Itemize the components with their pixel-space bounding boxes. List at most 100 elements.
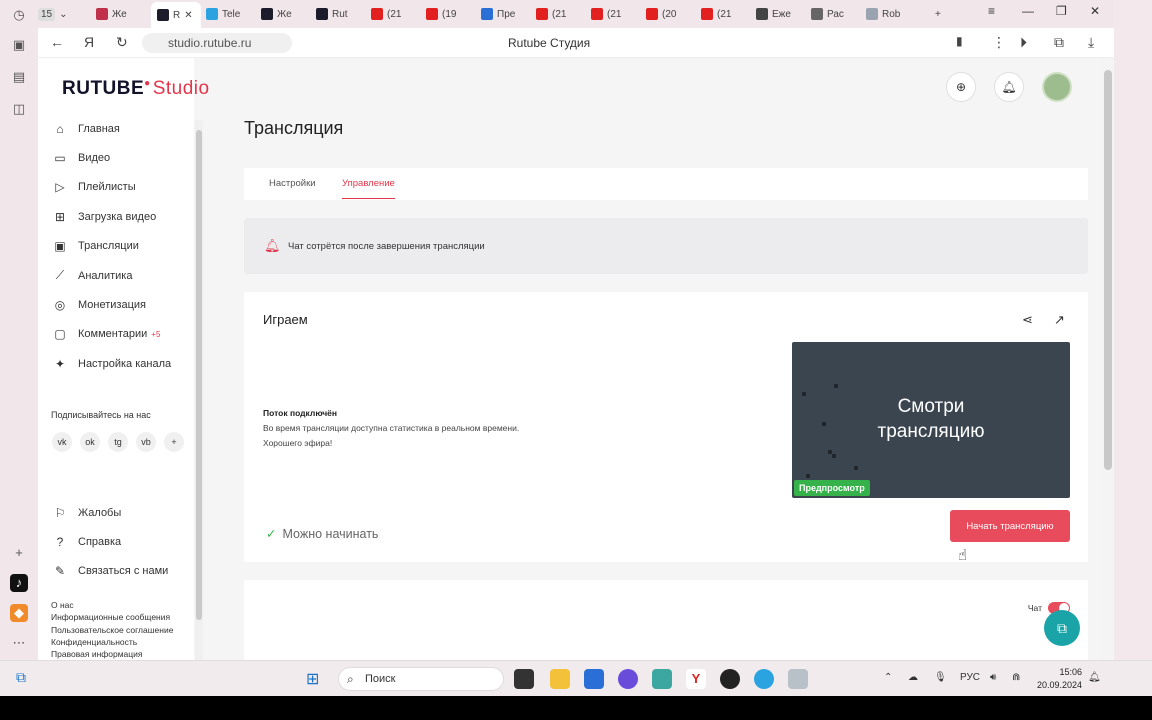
system-sidebar: ◷ ▣ ▤ ◫ + ♪ ◆ ⋯ [0,0,38,660]
app-icon[interactable]: ◆ [10,604,28,622]
browser-tab[interactable]: Еже [756,4,800,24]
task-view-icon[interactable]: ⧉ [16,669,36,689]
support-chat-button[interactable]: ⧉ [1044,610,1080,646]
extensions-icon[interactable]: ⧉ [1054,34,1064,51]
external-link-icon[interactable]: ↗ [1054,312,1065,328]
browser-tab[interactable]: Рас [811,4,855,24]
app-icon[interactable] [652,669,672,689]
footer-link[interactable]: Информационные сообщения [51,611,173,623]
chevron-down-icon[interactable]: ⌄ [59,9,67,20]
favicon-icon [811,8,823,20]
browser-tab[interactable]: (21 [701,4,745,24]
sidebar-item-upload[interactable]: ⊞ Загрузка видео [52,202,192,231]
chevron-up-icon[interactable]: ⌃ [884,672,892,683]
sidebar-item-help[interactable]: ? Справка [52,527,192,556]
browser-tab[interactable]: R ✕ [151,2,201,28]
discord-icon[interactable] [618,669,638,689]
browser-tab[interactable]: Rut [316,4,360,24]
screenshot-icon[interactable]: ◫ [10,100,28,118]
start-broadcast-button[interactable]: Начать трансляцию [950,510,1070,542]
tiktok-icon[interactable]: ♪ [10,574,28,592]
explorer-icon[interactable] [550,669,570,689]
media-icon[interactable]: ⏵ [1020,34,1027,51]
footer-link[interactable]: Конфиденциальность [51,636,173,648]
url-field[interactable]: studio.rutube.ru [142,33,292,53]
browser-tab[interactable]: (19 [426,4,470,24]
browser-tab[interactable]: Rob [866,4,910,24]
reload-icon[interactable]: ↻ [116,34,128,51]
social-tg-icon[interactable]: tg [108,432,128,452]
follow-title: Подписывайтесь на нас [51,410,151,420]
tab-counter[interactable]: 15 ⌄ [38,4,68,24]
app-icon-files[interactable] [514,669,534,689]
store-icon[interactable] [584,669,604,689]
new-tab-icon[interactable]: + [935,4,941,24]
app-icon-misc[interactable] [788,669,808,689]
yandex-browser-icon[interactable]: Y [686,669,706,689]
main-content: ⊕ 🔔︎ Трансляция Настройки Управление 🔔︎ … [204,58,1102,660]
browser-tab[interactable]: Же [96,4,140,24]
sidebar-item-analytics[interactable]: ⟋ Аналитика [52,261,192,290]
more-options-icon[interactable]: ⋮ [992,34,1006,51]
browser-tab[interactable]: (21 [371,4,415,24]
chat-notice: 🔔︎ Чат сотрётся после завершения трансля… [244,218,1088,274]
social-vb-icon[interactable]: vb [136,432,156,452]
sidebar-item-video[interactable]: ▭ Видео [52,143,192,172]
social-ok-icon[interactable]: ok [80,432,100,452]
speaker-icon[interactable]: 🔊︎ [990,672,996,683]
browser-tab[interactable]: (21 [591,4,635,24]
sidebar-item-magic-wand[interactable]: ✦ Настройка канала [52,349,192,378]
sidebar-scrollbar[interactable] [195,120,203,660]
sidebar-item-edit[interactable]: ✎ Связаться с нами [52,557,192,586]
sidebar-item-monetization[interactable]: ◎ Монетизация [52,290,192,319]
tab-settings[interactable]: Настройки [269,178,316,189]
share-icon[interactable]: ⋖ [1022,312,1033,328]
menu-icon[interactable]: ≡ [988,4,995,18]
back-icon[interactable]: ← [50,34,64,50]
language-indicator[interactable]: РУС [960,672,980,683]
sidebar-item-comments[interactable]: ▢ Комментарии +5 [52,320,192,349]
taskbar-search[interactable]: ⌕ Поиск [338,667,504,691]
obs-icon[interactable] [720,669,740,689]
avatar[interactable] [1042,72,1072,102]
sidebar-item-flag[interactable]: ⚐ Жалобы [52,498,192,527]
footer-link[interactable]: О нас [51,599,173,611]
notification-bell-icon[interactable]: 🔔︎ [1088,672,1101,683]
cloud-icon[interactable]: ☁ [908,672,918,683]
sidebar-item-broadcast[interactable]: ▣ Трансляции [52,232,192,261]
page-scrollbar[interactable] [1102,58,1114,660]
browser-tab[interactable]: Пре [481,4,525,24]
social-more-icon[interactable]: + [164,432,184,452]
add-content-icon[interactable]: ⊕ [946,72,976,102]
sidebar-item-playlist[interactable]: ▷ Плейлисты [52,173,192,202]
social-vk-icon[interactable]: vk [52,432,72,452]
browser-tab[interactable]: (20 [646,4,690,24]
mic-icon[interactable]: 🎙︎ [934,672,947,683]
collections-icon[interactable]: ▤ [10,68,28,86]
download-icon[interactable]: ⤓ [1088,34,1094,51]
more-icon[interactable]: ⋯ [10,634,28,652]
bookmark-icon[interactable]: ▮ [956,34,963,48]
restore-icon[interactable]: ❐ [1056,4,1067,18]
yandex-icon[interactable]: Я [84,34,94,50]
telegram-icon[interactable] [754,669,774,689]
close-window-icon[interactable]: ✕ [1090,4,1100,18]
wifi-icon[interactable]: ⋒ [1012,672,1020,683]
browser-tab[interactable]: Tele [206,4,250,24]
browser-tab[interactable]: Же [261,4,305,24]
clock[interactable]: 15:06 20.09.2024 [1034,666,1082,692]
minimize-icon[interactable]: — [1022,4,1034,18]
start-icon[interactable]: ⊞ [306,669,326,689]
add-panel-icon[interactable]: + [10,544,28,562]
footer-link[interactable]: Правовая информация [51,648,173,660]
tabs-count-icon[interactable]: ▣ [10,36,28,54]
rutube-studio-logo[interactable]: RUTUBE● Studio [62,78,210,100]
footer-link[interactable]: Пользовательское соглашение [51,624,173,636]
tab-management[interactable]: Управление [342,178,395,199]
close-tab-icon[interactable]: ✕ [184,10,192,21]
sidebar-item-label: Аналитика [78,269,133,282]
notifications-icon[interactable]: 🔔︎ [994,72,1024,102]
sidebar-item-home[interactable]: ⌂ Главная [52,114,192,143]
history-icon[interactable]: ◷ [10,6,28,24]
browser-tab[interactable]: (21 [536,4,580,24]
